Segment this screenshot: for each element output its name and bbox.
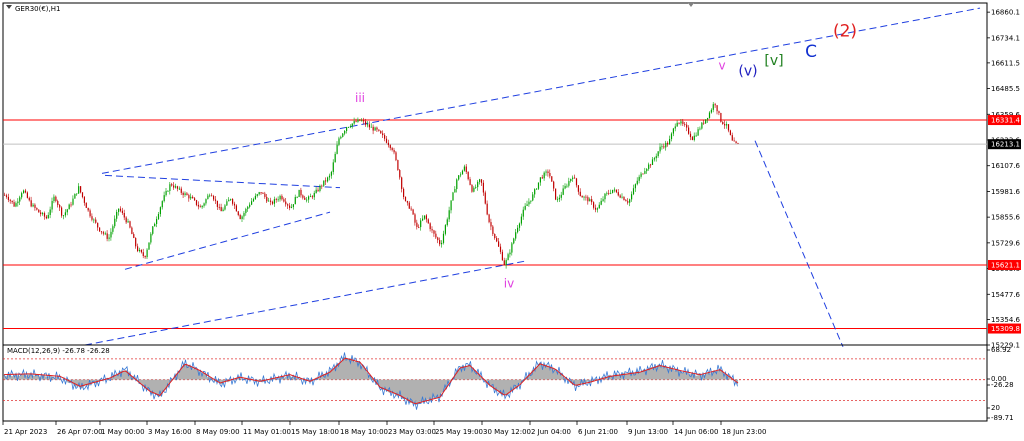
y-tick-label: 15729.6: [991, 239, 1020, 247]
x-tick-label: 9 Jun 13:00: [628, 428, 668, 436]
y-tick-label: 16107.6: [991, 162, 1020, 170]
x-tick-label: 18 Jun 23:00: [722, 428, 766, 436]
x-tick-label: 26 Apr 07:00: [57, 428, 103, 436]
candle: [404, 196, 407, 202]
y-tick-label: 16860.1: [991, 9, 1020, 17]
x-tick-label: 1 May 00:00: [101, 428, 145, 436]
wave-label: (v): [738, 63, 757, 79]
candle: [720, 112, 722, 123]
candle: [342, 132, 344, 138]
y-tick-label: 16485.5: [991, 85, 1020, 93]
candle: [99, 227, 101, 232]
candle: [395, 151, 397, 162]
price-tag-label: 15309.8: [991, 325, 1020, 333]
candle: [412, 208, 414, 216]
macd-y-tick-label: 20: [991, 404, 1000, 412]
price-tag: 16331.4: [988, 115, 1021, 126]
x-tick-label: 8 May 09:00: [196, 428, 240, 436]
candle: [488, 213, 490, 224]
x-tick-label: 11 May 01:00: [243, 428, 291, 436]
candle: [471, 184, 473, 193]
candle: [729, 129, 731, 136]
candle: [467, 171, 469, 181]
candle: [551, 176, 553, 182]
candle: [298, 189, 300, 198]
candle: [444, 224, 446, 236]
x-tick-label: 21 Apr 2023: [4, 428, 47, 436]
y-tick-label: 15477.6: [991, 291, 1020, 299]
macd-label: MACD(12,26,9) -26.78 -26.28: [7, 347, 110, 355]
candle: [131, 226, 133, 235]
x-tick-label: 14 Jun 06:00: [674, 428, 718, 436]
y-tick-label: 15855.6: [991, 214, 1020, 222]
candle: [623, 196, 625, 201]
x-tick-label: 25 May 19:00: [435, 428, 483, 436]
candle: [148, 242, 150, 250]
price-tag-label: 15621.1: [991, 262, 1020, 270]
candle: [555, 188, 557, 201]
candle: [513, 237, 515, 245]
symbol-label: GER30(€),H1: [15, 5, 60, 13]
y-tick-label: 15981.6: [991, 188, 1020, 196]
candle: [80, 185, 82, 194]
price-tag: 15309.8: [988, 323, 1021, 334]
y-tick-label: 16734.1: [991, 34, 1020, 42]
macd-y-tick-label: -26.28: [991, 381, 1014, 389]
x-tick-label: 15 May 18:00: [291, 428, 339, 436]
wave-label: (2): [833, 22, 857, 42]
candle: [701, 122, 703, 130]
x-tick-label: 2 Jun 04:00: [531, 428, 571, 436]
candle: [85, 202, 87, 208]
price-tag: 16213.1: [988, 139, 1021, 150]
x-tick-label: 3 May 16:00: [148, 428, 192, 436]
candle: [484, 190, 486, 205]
candle: [74, 193, 76, 199]
chart-canvas: iii iv v (v) [v] C (2) GER30(€),H1 16860.1 1673…: [0, 0, 1024, 441]
y-tick-label: 15354.6: [991, 316, 1020, 324]
candle: [397, 159, 399, 171]
price-tag: 15621.1: [988, 260, 1021, 270]
chart-background: [0, 0, 1024, 441]
candle: [129, 220, 131, 229]
price-tag-label: 16331.4: [991, 117, 1020, 125]
macd-y-tick-label: 68.92: [991, 346, 1011, 354]
wave-label: iv: [504, 277, 514, 291]
macd-y-tick-label: -89.71: [991, 414, 1014, 422]
y-tick-label: 16611.5: [991, 59, 1020, 67]
wave-label: [v]: [764, 53, 783, 69]
x-tick-label: 30 May 12:00: [483, 428, 531, 436]
x-tick-label: 23 May 03:00: [388, 428, 436, 436]
wave-label: C: [805, 42, 817, 62]
price-tag-label: 16213.1: [991, 141, 1020, 149]
wave-label: iii: [355, 91, 365, 105]
candle: [380, 130, 382, 134]
candle: [452, 191, 454, 201]
x-tick-label: 6 Jun 21:00: [578, 428, 618, 436]
wave-label: v: [718, 58, 725, 72]
x-tick-label: 18 May 10:00: [340, 428, 388, 436]
candle: [38, 209, 40, 213]
